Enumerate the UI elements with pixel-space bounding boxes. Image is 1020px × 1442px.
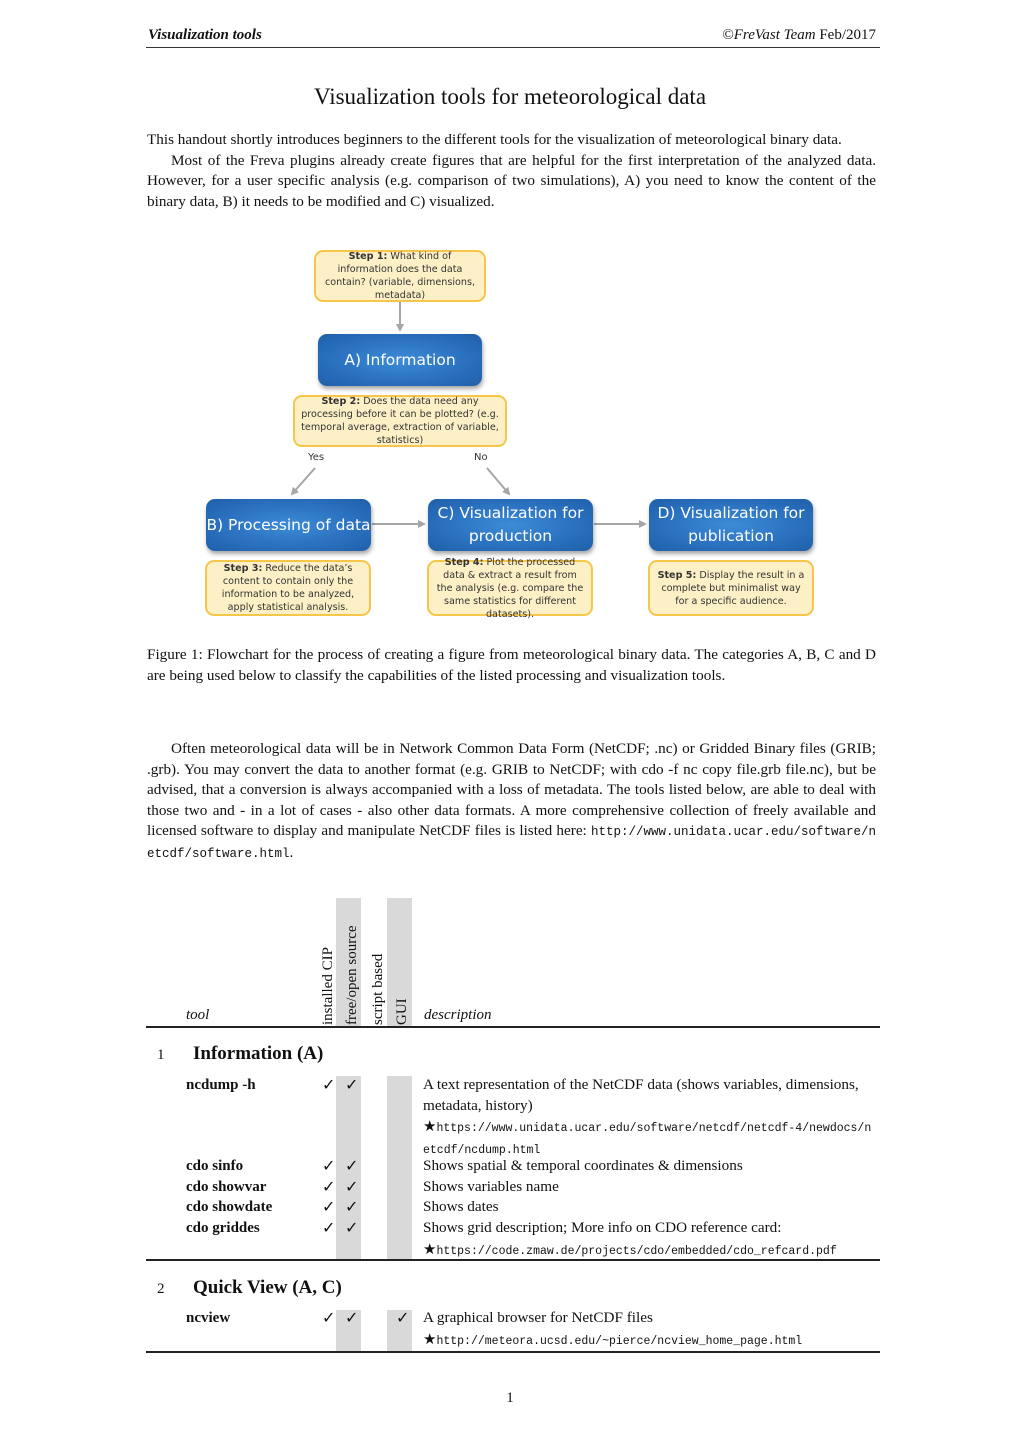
column-shade-gui-sec1 (387, 1076, 412, 1259)
section-number: 2 (157, 1281, 165, 1297)
tool-description: Shows spatial & temporal coordinates & d… (423, 1156, 878, 1177)
header-script-based: script based (370, 953, 386, 1025)
checkmark-icon: ✓ (345, 1218, 359, 1237)
flowchart-step-4: Step 4: Plot the processed data & extrac… (427, 556, 593, 620)
tool-url[interactable]: http://meteora.ucsd.edu/~pierce/ncview_h… (436, 1335, 802, 1348)
flowchart-label-yes: Yes (308, 452, 325, 463)
description-text: A graphical browser for NetCDF files (423, 1309, 653, 1326)
checkmark-icon: ✓ (322, 1308, 336, 1327)
flowchart-step-2: Step 2: Does the data need any processin… (293, 395, 507, 447)
checkmark-icon: ✓ (345, 1197, 359, 1216)
flowchart-step-1: Step 1: What kind of information does th… (314, 250, 486, 302)
flowchart-label-no: No (474, 452, 488, 463)
checkmark-icon: ✓ (322, 1075, 336, 1094)
checkmark-icon: ✓ (345, 1156, 359, 1175)
table-header-rule (146, 1026, 880, 1028)
step-1-text: What kind of information does the data c… (324, 251, 476, 301)
tool-description: A graphical browser for NetCDF files ★htt… (423, 1308, 878, 1352)
checkmark-icon: ✓ (322, 1197, 336, 1216)
section-number: 1 (157, 1047, 165, 1063)
tool-name: ncdump -h (186, 1077, 256, 1093)
section-title: Quick View (A, C) (193, 1277, 342, 1298)
section-1-rule (146, 1259, 880, 1261)
flowchart-step-3: Step 3: Reduce the data’s content to con… (205, 560, 371, 616)
tool-link: ★http://meteora.ucsd.edu/~pierce/ncview_… (423, 1329, 878, 1352)
tool-description: Shows dates (423, 1197, 878, 1218)
checkmark-icon: ✓ (345, 1308, 359, 1327)
checkmark-icon: ✓ (322, 1218, 336, 1237)
checkmark-icon: ✓ (322, 1177, 336, 1196)
step-5-lead: Step 5: (657, 569, 697, 581)
star-icon: ★ (423, 1117, 437, 1135)
header-gui: GUI (394, 998, 410, 1025)
flowchart-box-a-information: A) Information (318, 334, 482, 386)
description-text: Shows grid description; More info on CDO… (423, 1219, 782, 1236)
page-number: 1 (506, 1390, 514, 1406)
step-3-lead: Step 3: (223, 563, 263, 574)
tool-description: A text representation of the NetCDF data… (423, 1075, 878, 1161)
section-title: Information (A) (193, 1043, 324, 1064)
checkmark-icon: ✓ (396, 1308, 410, 1327)
arrow-no-to-c (486, 467, 511, 496)
step-4-lead: Step 4: (444, 556, 484, 568)
checkmark-icon: ✓ (322, 1156, 336, 1175)
tool-url[interactable]: https://code.zmaw.de/projects/cdo/embedd… (436, 1245, 836, 1258)
tool-description: Shows grid description; More info on CDO… (423, 1218, 878, 1262)
tool-name: cdo sinfo (186, 1158, 244, 1174)
header-tool: tool (186, 1007, 210, 1023)
flowchart-box-c-production: C) Visualization for production (428, 499, 593, 551)
flowchart-box-b-processing: B) Processing of data (206, 499, 371, 551)
tool-name: cdo showvar (186, 1179, 267, 1195)
star-icon: ★ (423, 1239, 437, 1258)
arrow-yes-to-b (290, 467, 316, 496)
tool-link: ★https://www.unidata.ucar.edu/software/n… (423, 1116, 878, 1161)
description-text: Shows dates (423, 1198, 499, 1215)
tool-description: Shows variables name (423, 1177, 878, 1198)
step-1-lead: Step 1: (348, 251, 388, 262)
figure-caption: Figure 1: Flowchart for the process of c… (147, 646, 876, 684)
flowchart-box-d-publication: D) Visualization for publication (649, 499, 813, 551)
tool-name: ncview (186, 1310, 231, 1326)
header-description: description (424, 1007, 492, 1023)
description-text: A text representation of the NetCDF data… (423, 1076, 859, 1114)
checkmark-icon: ✓ (345, 1177, 359, 1196)
description-text: Shows variables name (423, 1178, 559, 1195)
formats-paragraph: Often meteorological data will be in Net… (147, 739, 876, 864)
flowchart-step-5: Step 5: Display the result in a complete… (648, 560, 814, 616)
step-2-lead: Step 2: (321, 396, 361, 407)
tool-name: cdo showdate (186, 1199, 273, 1215)
tool-name: cdo griddes (186, 1220, 260, 1236)
tool-url[interactable]: https://www.unidata.ucar.edu/software/ne… (423, 1122, 871, 1157)
star-icon: ★ (423, 1329, 437, 1348)
checkmark-icon: ✓ (345, 1075, 359, 1094)
header-free-open-source: free/open source (344, 925, 360, 1025)
formats-paragraph-end: . (289, 843, 294, 861)
description-text: Shows spatial & temporal coordinates & d… (423, 1157, 743, 1174)
header-installed-cip: installed CIP (320, 947, 336, 1025)
section-2-rule (146, 1351, 880, 1353)
